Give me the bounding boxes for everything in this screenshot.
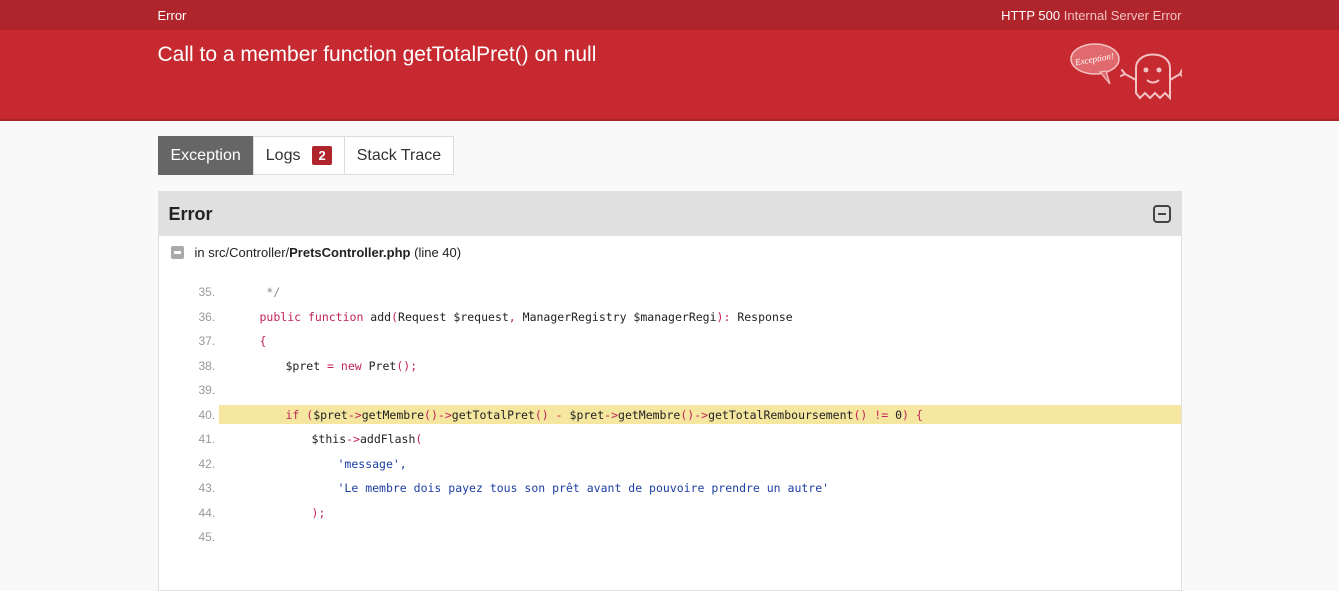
panel-header: Error [158, 192, 1181, 236]
file-location: in src/Controller/PretsController.php (l… [159, 236, 1181, 268]
line-number: 44. [198, 505, 216, 520]
code-line: 43. 'Le membre dois payez tous son prêt a… [199, 476, 1181, 501]
line-number: 38. [198, 358, 216, 373]
line-number: 36. [198, 309, 216, 324]
toggle-code-icon[interactable] [170, 245, 184, 259]
code-line: 35. */ [199, 280, 1181, 305]
code-line: 42. 'message', [199, 452, 1181, 477]
error-label: Error [157, 7, 187, 23]
code-text: $this->addFlash( [311, 432, 423, 447]
tab-logs[interactable]: Logs 2 [252, 136, 345, 175]
code-line: 37. { [199, 329, 1181, 354]
exception-panel: Error in src/Controller/PretsController.… [157, 191, 1182, 591]
code-excerpt: 35. */ 36. public function add(Request $re… [199, 280, 1181, 550]
code-line: 39. [199, 378, 1181, 403]
tab-logs-label: Logs [265, 146, 301, 164]
code-text: { [259, 334, 267, 349]
file-line-number: (line 40) [414, 244, 462, 260]
line-number: 39. [198, 383, 216, 398]
code-text: if ($pret->getMembre()->getTotalPret() -… [218, 405, 1181, 425]
code-text: public function add(Request $request, Ma… [259, 309, 793, 324]
file-name: PretsController.php [289, 244, 411, 260]
line-number: 42. [198, 456, 216, 471]
code-line: 41. $this->addFlash( [199, 427, 1181, 452]
code-text: */ [259, 285, 281, 300]
code-text: 'message', [337, 456, 407, 471]
status-text: Internal Server Error [1063, 7, 1182, 23]
line-number: 35. [198, 285, 216, 300]
tab-exception[interactable]: Exception [157, 136, 254, 175]
status-code: HTTP 500 [1001, 7, 1061, 23]
exception-header: Call to a member function getTotalPret()… [0, 30, 1339, 121]
panel-title: Error [168, 203, 213, 224]
tab-exception-label: Exception [170, 146, 241, 164]
code-line: 36. public function add(Request $request,… [199, 305, 1181, 330]
code-line: 44.); [199, 501, 1181, 526]
exception-message: Call to a member function getTotalPret()… [157, 43, 597, 66]
top-bar: Error HTTP 500 Internal Server Error [0, 0, 1339, 30]
exception-ghost-icon: Exception! [1069, 43, 1182, 101]
line-number: 43. [198, 481, 216, 496]
logs-count-badge: 2 [312, 146, 332, 165]
code-line: 45. [199, 525, 1181, 550]
code-text: $pret = new Pret(); [285, 358, 418, 373]
tab-bar: Exception Logs 2 Stack Trace [157, 136, 455, 175]
line-number: 37. [198, 334, 216, 349]
code-text: 'Le membre dois payez tous son prêt avan… [337, 481, 830, 496]
http-status: HTTP 500 Internal Server Error [1001, 8, 1181, 23]
line-number: 41. [198, 432, 216, 447]
code-line: 40. if ($pret->getMembre()->getTotalPret(… [199, 403, 1181, 428]
code-text: ); [311, 505, 326, 520]
tab-stack-trace-label: Stack Trace [356, 146, 442, 164]
code-line: 38. $pret = new Pret(); [199, 354, 1181, 379]
collapse-icon[interactable] [1152, 205, 1171, 223]
file-prefix: in src/Controller/ [194, 244, 290, 260]
line-number: 45. [198, 530, 216, 545]
line-number: 40. [198, 407, 216, 422]
tab-stack-trace[interactable]: Stack Trace [343, 136, 455, 175]
